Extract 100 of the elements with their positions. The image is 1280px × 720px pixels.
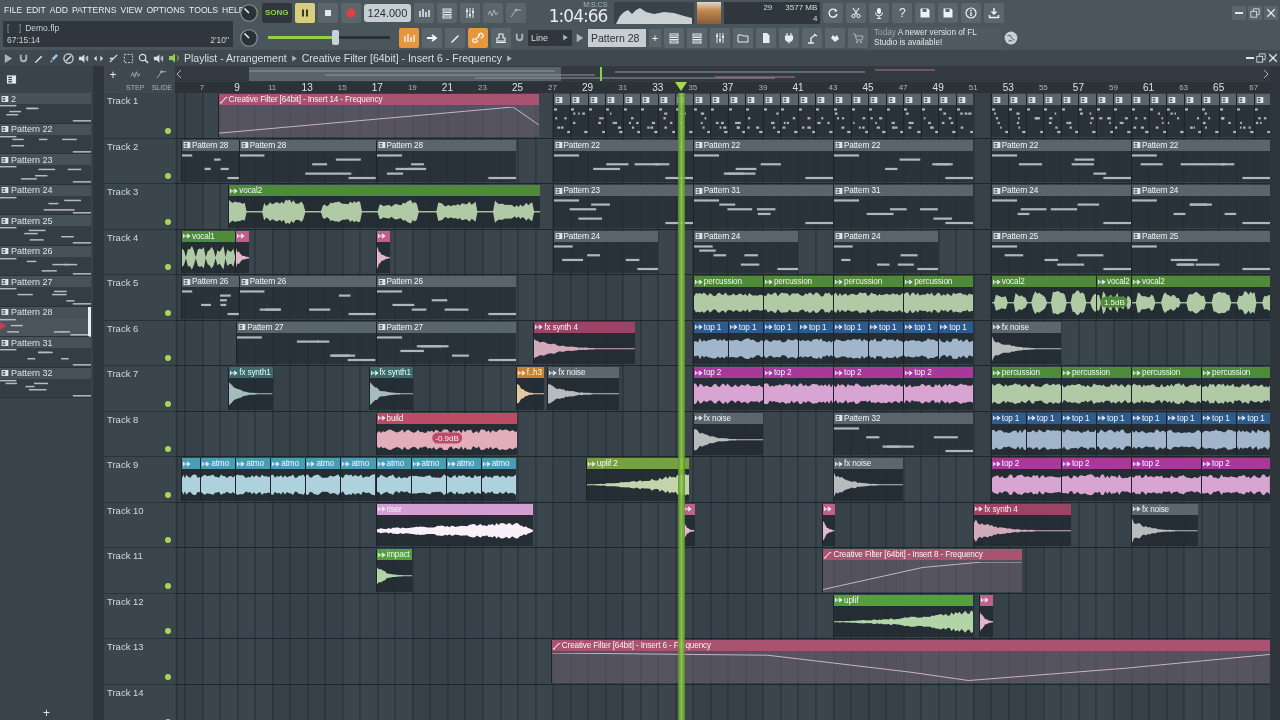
automation-clip[interactable]: Creative Filter [64bit] - Insert 14 - Frequency xyxy=(217,94,539,137)
audio-clip[interactable]: top 1 xyxy=(727,321,763,364)
track-name[interactable]: Track 3 xyxy=(107,186,139,197)
audio-clip[interactable]: top 2 xyxy=(903,367,974,410)
audio-clip[interactable]: top 2 xyxy=(990,458,1061,501)
track-name[interactable]: Track 2 xyxy=(107,140,139,152)
audio-clip[interactable]: top 2 xyxy=(833,367,904,410)
audio-clip[interactable]: top 1 xyxy=(1095,412,1131,455)
timeline-ruler[interactable]: 7 9 11 13 15 17 19 21 23 25 27 29 31 33 35 37 39 41 43 45 47 49 51 53 55 57 59 61 63 65 67 xyxy=(175,82,1270,93)
track-name[interactable]: Track 11 xyxy=(107,550,143,561)
audio-clip[interactable]: top 2 xyxy=(1131,458,1202,501)
track-name[interactable]: Track 1 xyxy=(107,95,139,106)
audio-clip[interactable]: fx synth 4 xyxy=(973,503,1072,546)
audio-clip[interactable]: fx noise xyxy=(692,412,763,455)
audio-clip[interactable]: top 1 xyxy=(762,321,798,364)
audio-clip[interactable]: atmo xyxy=(445,458,481,501)
audio-clip[interactable]: percussion xyxy=(1201,367,1270,410)
audio-clip[interactable]: atmo xyxy=(410,458,446,501)
audio-clip[interactable]: top 2 xyxy=(762,367,833,410)
pattern-clip[interactable]: Pattern 24 xyxy=(1131,185,1270,228)
audio-clip[interactable]: top 2 xyxy=(692,367,763,410)
pattern-clip[interactable]: Pattern 22 xyxy=(692,139,833,182)
menu-item[interactable]: TOOLS xyxy=(189,5,219,15)
track-name[interactable]: Track 4 xyxy=(107,231,139,243)
pattern-clip[interactable]: Pattern 26 xyxy=(180,276,239,319)
audio-clip[interactable]: atmo xyxy=(235,458,271,501)
menu-item[interactable]: FILE xyxy=(4,5,23,15)
audio-clip[interactable]: atmo xyxy=(305,458,341,501)
pattern-item[interactable]: Pattern 27 xyxy=(0,276,91,307)
news-message[interactable]: Today A newer version of FL Studio is available! xyxy=(871,26,1001,49)
pattern-item[interactable]: Pattern 31 xyxy=(0,337,91,368)
audio-clip[interactable]: top 2 xyxy=(1060,458,1131,501)
audio-clip[interactable]: top 1 xyxy=(1131,412,1167,455)
audio-clip[interactable]: fx synth1 xyxy=(228,367,273,410)
audio-clip[interactable]: percussion xyxy=(762,276,833,319)
pattern-item[interactable]: Pattern 26 xyxy=(0,245,91,276)
audio-clip[interactable]: top 1 xyxy=(1201,412,1237,455)
track-name[interactable]: Track 14 xyxy=(107,686,144,698)
pattern-clip[interactable]: Pattern 31 xyxy=(692,185,833,228)
track-name[interactable]: Track 10 xyxy=(107,504,144,516)
track-name[interactable]: Track 7 xyxy=(107,368,139,379)
snap-dropdown[interactable]: Line xyxy=(528,29,572,46)
audio-clip[interactable]: percussion xyxy=(903,276,974,319)
audio-clip[interactable]: fx noise xyxy=(1131,503,1198,546)
audio-clip[interactable]: vocal2 1.5dB xyxy=(1095,276,1132,319)
audio-clip[interactable]: percussion xyxy=(1060,367,1131,410)
pattern-item[interactable]: Pattern 28 xyxy=(0,306,91,337)
audio-clip[interactable]: vocal2 xyxy=(990,276,1096,319)
audio-clip[interactable]: atmo xyxy=(270,458,306,501)
pattern-clip[interactable]: Pattern 23 xyxy=(552,185,693,228)
pattern-clip[interactable]: Pattern 28 xyxy=(375,139,516,182)
pattern-clip[interactable]: Pattern 26 xyxy=(238,276,376,319)
pattern-clip[interactable]: Pattern 26 xyxy=(375,276,516,319)
pattern-clip[interactable]: Pattern 25 xyxy=(1131,230,1270,273)
audio-clip[interactable]: atmo xyxy=(340,458,376,501)
pattern-item[interactable]: 2 xyxy=(0,93,91,124)
pattern-item[interactable]: Pattern 32 xyxy=(0,367,91,398)
pattern-clip[interactable]: Pattern 27 xyxy=(236,321,376,364)
help-button[interactable]: ? xyxy=(892,2,913,23)
tempo-display[interactable]: 124.000 xyxy=(363,3,412,22)
audio-clip[interactable]: atmo xyxy=(375,458,411,501)
pattern-clip[interactable]: Pattern 28 xyxy=(238,139,376,182)
audio-clip[interactable]: fx synth1 xyxy=(368,367,413,410)
pattern-clip[interactable]: Pattern 22 xyxy=(990,139,1131,182)
audio-clip[interactable]: top 1 xyxy=(833,321,869,364)
audio-clip[interactable]: top 2 xyxy=(1201,458,1270,501)
audio-clip[interactable]: uplif xyxy=(833,594,974,637)
track-name[interactable]: Track 12 xyxy=(107,595,144,607)
audio-clip[interactable]: vocal2 xyxy=(228,185,541,228)
track-name[interactable]: Track 13 xyxy=(107,641,144,652)
pattern-clip[interactable]: Pattern 24 xyxy=(552,230,658,273)
pattern-clip[interactable]: Pattern 22 xyxy=(1131,139,1270,182)
audio-clip[interactable]: percussion xyxy=(833,276,904,319)
audio-clip[interactable]: top 1 xyxy=(1060,412,1096,455)
menu-item[interactable]: ADD xyxy=(49,5,68,15)
audio-clip[interactable]: atmo xyxy=(200,458,236,501)
track-name[interactable]: Track 6 xyxy=(107,322,139,334)
audio-clip[interactable]: fx synth 4 xyxy=(533,321,635,364)
menu-item[interactable]: VIEW xyxy=(120,5,143,15)
audio-clip[interactable]: vocal1 xyxy=(180,230,236,273)
menu-item[interactable]: OPTIONS xyxy=(146,5,186,15)
pattern-clip[interactable]: Pattern 24 xyxy=(692,230,798,273)
audio-clip[interactable]: top 1 xyxy=(938,321,974,364)
automation-clip[interactable]: Creative Filter [64bit] - Insert 8 - Frequency xyxy=(822,549,1023,592)
pattern-clip[interactable]: Pattern 22 xyxy=(833,139,974,182)
audio-clip[interactable]: atmo xyxy=(480,458,516,501)
track-name[interactable]: Track 9 xyxy=(107,459,139,470)
audio-clip[interactable]: top 1 xyxy=(1236,412,1270,455)
audio-clip[interactable]: build -0.9dB xyxy=(375,412,518,455)
track-name[interactable]: Track 8 xyxy=(107,413,139,425)
audio-clip[interactable]: top 1 xyxy=(903,321,939,364)
pattern-clip[interactable]: Pattern 25 xyxy=(990,230,1131,273)
audio-clip[interactable]: percussion xyxy=(692,276,763,319)
pattern-clip[interactable]: Pattern 22 xyxy=(552,139,693,182)
audio-clip[interactable]: top 1 xyxy=(868,321,904,364)
audio-clip[interactable]: top 1 xyxy=(797,321,833,364)
pattern-clip[interactable]: Pattern 31 xyxy=(833,185,974,228)
audio-clip[interactable]: fx noise xyxy=(833,458,904,501)
audio-clip[interactable]: percussion xyxy=(1131,367,1202,410)
audio-clip[interactable]: top 1 xyxy=(1166,412,1202,455)
